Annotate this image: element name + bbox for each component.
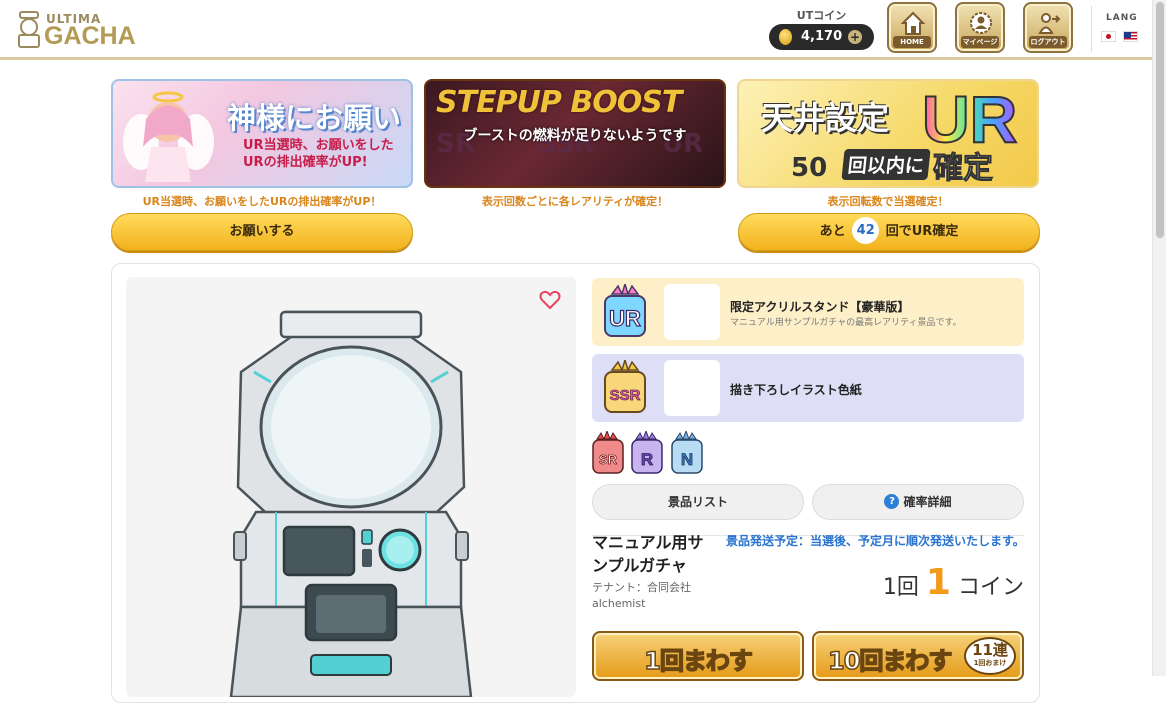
home-button[interactable]: HOME (887, 2, 937, 53)
mypage-button[interactable]: マイページ (955, 2, 1005, 53)
question-icon: ? (884, 494, 900, 509)
stepup-caption: 表示回数ごとに各レアリティが確定！ (481, 195, 669, 208)
sr-badge-text: SR (599, 452, 618, 467)
favorite-heart-icon[interactable] (539, 290, 561, 310)
tenant-name: テナント：合同会社alchemist (592, 581, 691, 610)
ceiling-confirm: 確定 (933, 143, 994, 187)
wish-banner[interactable]: 神様にお願い UR当選時、お願いをしたURの排出確率がUP! (111, 79, 413, 188)
r-rarity-icon: R (631, 431, 663, 474)
probability-detail-label: 確率詳細 (903, 495, 952, 509)
wish-banner-title: 神様にお願い (227, 101, 402, 135)
prize-item-ur[interactable]: UR 限定アクリルスタンド【豪華版】 マニュアル用サンプルガチャの最高レアリティ… (592, 278, 1024, 346)
logout-icon (1038, 13, 1061, 34)
gacha-machine-icon (229, 310, 473, 697)
sr-rarity-icon: SR (592, 431, 624, 474)
spin-once-label: 1回まわす (643, 646, 753, 676)
ceiling-caption: 表示回転数で当選確定！ (827, 195, 949, 208)
ceiling-within: 回以内に (841, 149, 931, 180)
ur-rarity-icon: UR (604, 284, 646, 337)
language-switcher: LANG (1091, 6, 1143, 52)
ur-ceiling-button[interactable]: あと 42 回でUR確定 (738, 213, 1040, 251)
make-wish-button[interactable]: お願いする (111, 213, 413, 251)
stepup-boost-banner[interactable]: STEPUP BOOST SR SSR UR ブーストの燃料が足りないようです (424, 79, 726, 188)
coin-amount: 4,170 (801, 29, 843, 44)
japan-flag-icon[interactable] (1101, 31, 1116, 42)
page-scrollbar[interactable] (1152, 0, 1166, 676)
ceiling-button-pre: あと (819, 224, 846, 239)
coin-icon (779, 29, 792, 45)
lang-title: LANG (1106, 13, 1138, 23)
ceiling-button-post: 回でUR確定 (885, 224, 959, 239)
prize-item-ssr[interactable]: SSR 描き下ろしイラスト色紙 (592, 354, 1024, 422)
probability-detail-button[interactable]: ? 確率詳細 (812, 484, 1024, 520)
n-rarity-icon: N (671, 431, 703, 474)
gacha-logo-icon (18, 11, 40, 48)
price-value: 1 (925, 562, 951, 603)
price-per-spin: 1回 1 コイン (880, 562, 1024, 603)
spin-once-button[interactable]: 1回まわす (592, 631, 804, 681)
prize-description: マニュアル用サンプルガチャの最高レアリティ景品です。 (730, 318, 962, 328)
coin-pill: 4,170 + (769, 24, 874, 50)
angel-illustration (123, 91, 214, 182)
wish-caption: UR当選時、お願いをしたURの排出確率がUP！ (142, 195, 382, 208)
bonus-main: 11連 (972, 641, 1008, 659)
price-prefix: 1回 (882, 575, 919, 600)
gacha-title: マニュアル用サンプルガチャ (592, 533, 704, 575)
logo-title: GACHA (44, 22, 136, 50)
home-icon (901, 11, 925, 35)
shipping-schedule: 景品発送予定：当選後、予定月に順次発送いたします。 (726, 534, 1025, 548)
ceiling-remaining-count: 42 (852, 216, 880, 244)
prize-list-button[interactable]: 景品リスト (592, 484, 804, 520)
prize-thumbnail (664, 360, 720, 416)
scrollbar-thumb[interactable] (1156, 2, 1164, 238)
wish-banner-subtitle: UR当選時、お願いをしたURの排出確率がUP! (243, 138, 394, 170)
spin-ten-button[interactable]: 10回まわす 11連 1回おまけ (812, 631, 1024, 681)
ssr-badge-text: SSR (610, 387, 641, 404)
us-flag-icon[interactable] (1123, 31, 1138, 42)
ceiling-count: 50 (791, 153, 828, 183)
ssr-rarity-icon: SSR (604, 360, 646, 413)
user-gear-icon (970, 12, 992, 34)
prize-name: 描き下ろしイラスト色紙 (730, 383, 862, 397)
home-label: HOME (893, 36, 931, 48)
prize-thumbnail (664, 284, 720, 340)
logout-label: ログアウト (1029, 36, 1067, 48)
add-coin-button[interactable]: + (848, 30, 862, 44)
ceiling-title: 天井設定 (761, 99, 890, 137)
gacha-machine-image (126, 277, 576, 697)
ceiling-banner[interactable]: 天井設定 UR 50 回以内に 確定 (737, 79, 1039, 188)
bonus-sub: 1回おまけ (973, 659, 1007, 667)
mypage-label: マイページ (961, 36, 999, 48)
other-rarity-badges: SR R N (592, 431, 703, 474)
n-badge-text: N (681, 450, 693, 469)
price-suffix: コイン (957, 575, 1024, 600)
r-badge-text: R (641, 450, 653, 469)
stepup-title: STEPUP BOOST (436, 85, 682, 120)
ur-badge-text: UR (609, 306, 641, 331)
ut-coin-balance: UTコイン 4,170 + (769, 7, 874, 51)
bonus-badge: 11連 1回おまけ (964, 637, 1016, 675)
site-logo[interactable]: ULTIMA GACHA (16, 8, 151, 50)
prize-name: 限定アクリルスタンド【豪華版】 (730, 300, 910, 314)
site-header: ULTIMA GACHA UTコイン 4,170 + HOME マイページ ログ… (0, 0, 1152, 60)
coin-title: UTコイン (796, 9, 847, 22)
logout-button[interactable]: ログアウト (1023, 2, 1073, 53)
stepup-message: ブーストの燃料が足りないようです (463, 128, 687, 144)
